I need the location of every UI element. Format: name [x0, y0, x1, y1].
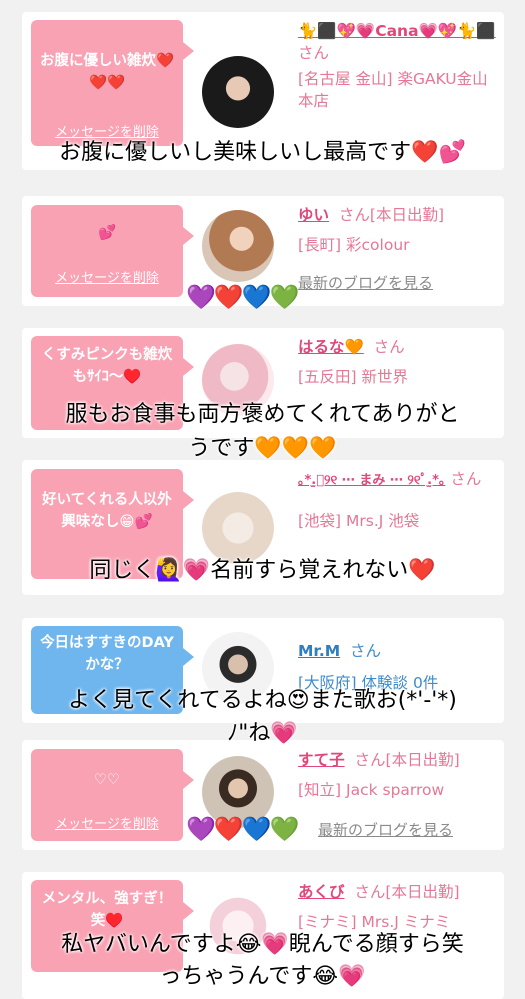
user-name-link[interactable]: Mr.M [298, 642, 340, 660]
status-badge: [本日出勤] [385, 751, 460, 769]
message-text: ♡♡ [94, 772, 120, 788]
cast-info: すて子 さん[本日出勤] [知立] Jack sparrow 最新のブログを見る [298, 749, 498, 841]
cast-info: あくび さん[本日出勤] [ミナミ] Mrs.J ミナミ [298, 881, 498, 933]
cast-info: 🐈⬛💖💗Cana💗💖🐈⬛ さん [名古屋 金山] 楽GAKU金山本店 [298, 20, 498, 112]
cast-info: はるな🧡 さん [五反田] 新世界 [298, 336, 498, 388]
avatar[interactable] [202, 492, 274, 564]
hearts-emoji-row: 💜❤️💙💚 [186, 815, 300, 843]
cast-info: ゆい さん[本日出勤] [長町] 彩colour 最新のブログを見る [298, 204, 498, 294]
hearts-emoji-row: 💜❤️💙💚 [186, 283, 300, 311]
delete-message-link[interactable]: メッセージを削除 [31, 813, 183, 832]
status-badge: [本日出勤] [385, 883, 460, 901]
overlay-caption: ﾉ"ね💗 [227, 721, 298, 746]
cast-info: ｡*.̫ﾟ୨୧ ⋯ まみ ⋯ ୨୧ﾟ.̫*｡ さん [池袋] Mrs.J 池袋 [298, 468, 498, 532]
honorific: さん [373, 338, 405, 356]
overlay-caption: お腹に優しいし美味しいし最高です❤️💕 [59, 140, 466, 165]
status-badge: [本日出勤] [369, 206, 444, 224]
shop-name: [長町] 彩colour [298, 236, 410, 254]
cast-name-link[interactable]: あくび [298, 883, 345, 901]
message-bubble: 💕 メッセージを削除 [31, 205, 194, 297]
honorific: さん [354, 883, 386, 901]
overlay-caption: うです🧡🧡🧡 [188, 436, 337, 461]
blog-link[interactable]: 最新のブログを見る [298, 819, 498, 841]
overlay-caption: 同じく🙋‍♀️💗名前すら覚えれない❤️ [89, 558, 436, 583]
cast-name-link[interactable]: すて子 [298, 751, 345, 769]
message-text: お腹に優しい雑炊❤️❤️❤️ [39, 53, 175, 91]
shop-name: [知立] Jack sparrow [298, 781, 445, 799]
honorific: さん [298, 44, 330, 62]
message-bubble: お腹に優しい雑炊❤️❤️❤️ メッセージを削除 [31, 20, 194, 146]
cast-name-link[interactable]: はるな🧡 [298, 338, 364, 356]
shop-name: [名古屋 金山] 楽GAKU金山本店 [298, 70, 488, 110]
cast-name-link[interactable]: 🐈⬛💖💗Cana💗💖🐈⬛ [298, 22, 496, 40]
shop-name: [五反田] 新世界 [298, 368, 409, 386]
message-text: 💕 [97, 225, 117, 241]
overlay-caption: 私ヤバいんですよ😂💗睨んでる顔すら笑 [61, 932, 464, 957]
message-text: 好いてくれる人以外興味なし😁💕 [42, 492, 172, 530]
message-text: 今日はすすきのDAYかな？ [40, 635, 174, 673]
message-text: くすみピンクも雑炊もｻｲｺ〜♥️ [41, 347, 173, 385]
honorific: さん [338, 206, 370, 224]
overlay-caption: っちゃうんです😂💗 [159, 964, 366, 989]
cast-name-link[interactable]: ゆい [298, 206, 329, 224]
message-text: メンタル、強すぎ！笑♥️ [41, 891, 173, 929]
honorific: さん [350, 642, 382, 660]
overlay-caption: よく見てくれてるよね😍また歌お(*'-'*) [68, 688, 457, 713]
honorific: さん [354, 751, 386, 769]
shop-name: [池袋] Mrs.J 池袋 [298, 512, 420, 530]
message-bubble: ♡♡ メッセージを削除 [31, 749, 194, 841]
cast-name-link[interactable]: ｡*.̫ﾟ୨୧ ⋯ まみ ⋯ ୨୧ﾟ.̫*｡ [298, 473, 445, 488]
blog-link[interactable]: 最新のブログを見る [298, 272, 498, 294]
overlay-caption: 服もお食事も両方褒めてくれてありがと [65, 402, 460, 427]
honorific: さん [450, 470, 482, 488]
avatar[interactable] [202, 210, 274, 282]
avatar[interactable] [202, 56, 274, 128]
delete-message-link[interactable]: メッセージを削除 [31, 267, 183, 286]
